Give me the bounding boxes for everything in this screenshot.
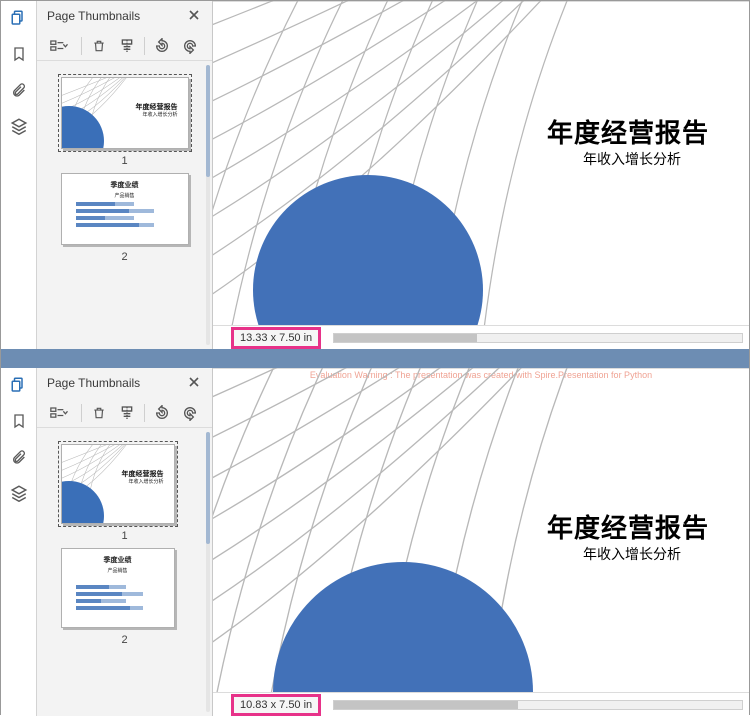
mini-chart-graphic — [76, 585, 160, 619]
panel-title: Page Thumbnails — [47, 376, 188, 390]
page-size-value: 10.83 x 7.50 in — [240, 699, 312, 711]
toolbar-separator — [144, 404, 145, 422]
viewer-instance-bottom: Page Thumbnails — [1, 368, 749, 716]
viewer-instance-top: Page Thumbnails — [1, 1, 749, 349]
slide-canvas[interactable]: Evaluation Warning : The presentation wa… — [213, 368, 749, 692]
panel-header: Page Thumbnails — [37, 1, 212, 31]
options-dropdown[interactable] — [45, 402, 75, 424]
thumbnail-number: 2 — [61, 634, 189, 646]
slide-subtitle: 年收入增长分析 — [583, 544, 681, 564]
mini-slide-subtitle: 产品销售 — [62, 567, 174, 574]
nav-icon-strip — [1, 368, 37, 716]
page-size-value: 13.33 x 7.50 in — [240, 332, 312, 344]
panel-title: Page Thumbnails — [47, 9, 188, 23]
slide-canvas[interactable]: 年度经营报告 年收入增长分析 — [213, 1, 749, 325]
print-range-icon[interactable] — [116, 35, 138, 57]
slide-title: 年度经营报告 — [547, 508, 709, 545]
print-range-icon[interactable] — [116, 402, 138, 424]
panel-header: Page Thumbnails — [37, 368, 212, 398]
thumbnails-panel: Page Thumbnails — [37, 1, 213, 349]
toolbar-separator — [81, 37, 82, 55]
page-size-readout: 13.33 x 7.50 in — [233, 329, 319, 347]
mini-slide-title: 季度业绩 — [62, 180, 188, 190]
toolbar-separator — [144, 37, 145, 55]
mini-chart-graphic — [76, 202, 174, 236]
status-bar: 13.33 x 7.50 in — [213, 325, 749, 349]
thumbnail-page-2[interactable]: 季度业绩 产品销售 2 — [61, 173, 189, 263]
options-dropdown[interactable] — [45, 35, 75, 57]
thumbnail-frame: 季度业绩 产品销售 — [61, 173, 189, 245]
instance-divider — [1, 349, 749, 368]
mini-slide-subtitle: 年收入增长分析 — [128, 478, 163, 485]
thumbnail-frame: 季度业绩 产品销售 — [61, 548, 175, 628]
bookmark-icon[interactable] — [8, 410, 30, 432]
slide-title: 年度经营报告 — [547, 113, 709, 150]
delete-icon[interactable] — [88, 35, 110, 57]
attachment-icon[interactable] — [8, 79, 30, 101]
rotate-cw-icon[interactable] — [179, 402, 201, 424]
rotate-cw-icon[interactable] — [179, 35, 201, 57]
mini-slide-subtitle: 产品销售 — [62, 192, 188, 199]
thumbnails-list: 年度经营报告 年收入增长分析 1 季度业绩 产品销售 2 — [37, 428, 212, 716]
attachment-icon[interactable] — [8, 446, 30, 468]
thumbnail-number: 1 — [61, 530, 189, 542]
layers-icon[interactable] — [8, 115, 30, 137]
thumbnail-page-1[interactable]: 年度经营报告 年收入增长分析 1 — [61, 77, 189, 167]
pages-icon[interactable] — [8, 7, 30, 29]
close-icon[interactable] — [188, 9, 202, 23]
bookmark-icon[interactable] — [8, 43, 30, 65]
horizontal-scrollbar[interactable] — [333, 700, 743, 710]
toolbar-separator — [81, 404, 82, 422]
thumbnail-number: 2 — [61, 251, 189, 263]
thumbnail-page-2[interactable]: 季度业绩 产品销售 2 — [61, 548, 189, 646]
thumbnails-list: 年度经营报告 年收入增长分析 1 季度业绩 产品销售 2 — [37, 61, 212, 349]
close-icon[interactable] — [188, 376, 202, 390]
nav-icon-strip — [1, 1, 37, 349]
delete-icon[interactable] — [88, 402, 110, 424]
thumbnail-frame: 年度经营报告 年收入增长分析 — [61, 77, 189, 149]
thumbnails-scrollbar[interactable] — [206, 65, 210, 345]
page-size-readout: 10.83 x 7.50 in — [233, 696, 319, 714]
layers-icon[interactable] — [8, 482, 30, 504]
document-viewer: ◂ 年度经营报告 年收入增长分析 13.33 x 7.50 in — [213, 1, 749, 349]
thumbnail-number: 1 — [61, 155, 189, 167]
thumbnail-frame: 年度经营报告 年收入增长分析 — [61, 444, 175, 524]
slide-subtitle: 年收入增长分析 — [583, 149, 681, 169]
rotate-ccw-icon[interactable] — [151, 35, 173, 57]
pages-icon[interactable] — [8, 374, 30, 396]
panel-toolbar — [37, 31, 212, 61]
thumbnails-panel: Page Thumbnails — [37, 368, 213, 716]
mini-slide-subtitle: 年收入增长分析 — [142, 111, 177, 118]
document-viewer: ◂ Evaluation Warning : The presentation … — [213, 368, 749, 716]
horizontal-scrollbar[interactable] — [333, 333, 743, 343]
thumbnails-scrollbar[interactable] — [206, 432, 210, 712]
mini-slide-title: 季度业绩 — [62, 555, 174, 565]
rotate-ccw-icon[interactable] — [151, 402, 173, 424]
thumbnail-page-1[interactable]: 年度经营报告 年收入增长分析 1 — [61, 444, 189, 542]
panel-toolbar — [37, 398, 212, 428]
status-bar: 10.83 x 7.50 in — [213, 692, 749, 716]
